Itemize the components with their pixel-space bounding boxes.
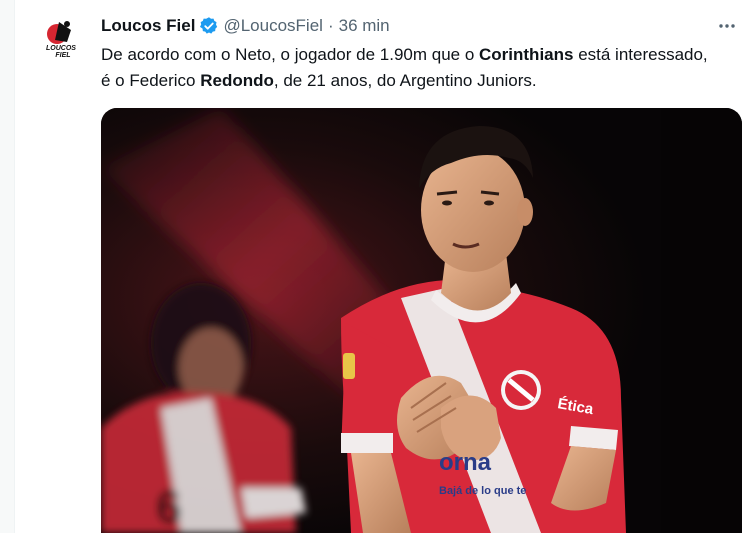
jersey-sponsor-small: Bajá de lo que te	[439, 485, 526, 497]
player-photo: 6 Ética orna Bajá de lo que te	[101, 108, 742, 533]
tweet-text-part-5: , de 21 anos, do Argentino Juniors.	[273, 71, 537, 90]
jersey-sponsor-front: orna	[439, 449, 492, 476]
tweet[interactable]: LOUCOS FIEL Loucos Fiel @LoucosFiel · 36…	[15, 0, 751, 533]
more-options-button[interactable]	[715, 14, 739, 38]
tweet-text-bold-redondo: Redondo	[200, 71, 274, 90]
tweet-media-image[interactable]: 6 Ética orna Bajá de lo que te	[101, 108, 742, 533]
avatar-text-top: LOUCOS	[46, 45, 76, 52]
avatar-text-bottom: FIEL	[55, 52, 70, 59]
svg-text:6: 6	[156, 481, 182, 533]
avatar[interactable]: LOUCOS FIEL	[37, 12, 85, 60]
more-horizontal-icon	[719, 24, 735, 28]
separator: ·	[327, 16, 334, 35]
verified-badge-icon	[199, 16, 219, 36]
avatar-logo-icon: LOUCOS FIEL	[37, 12, 85, 60]
handle[interactable]: @LoucosFiel	[223, 16, 322, 36]
tweet-text: De acordo com o Neto, o jogador de 1.90m…	[101, 42, 721, 94]
tweet-header: Loucos Fiel @LoucosFiel · 36 min	[101, 15, 390, 37]
tweet-text-part-1: De acordo com o Neto, o jogador de 1.90m…	[101, 45, 480, 64]
tweet-text-bold-corinthians: Corinthians	[479, 45, 574, 64]
left-gutter	[0, 0, 15, 533]
display-name[interactable]: Loucos Fiel	[101, 16, 195, 36]
timestamp[interactable]: 36 min	[339, 16, 390, 36]
